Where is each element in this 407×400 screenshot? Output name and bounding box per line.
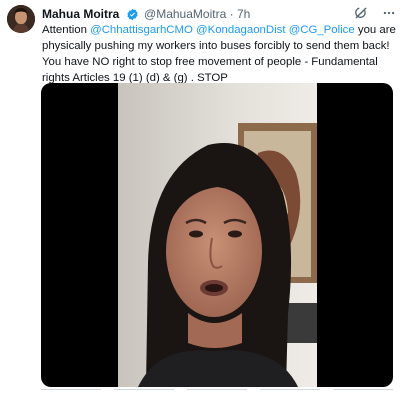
video-frame [118, 83, 317, 387]
avatar[interactable] [7, 5, 35, 33]
header-actions [353, 5, 397, 21]
repost-action[interactable] [114, 389, 174, 393]
video-thumbnail [118, 83, 317, 387]
like-action[interactable] [187, 389, 247, 393]
views-action[interactable] [260, 389, 320, 393]
mention-link[interactable]: @KondagaonDist [196, 24, 285, 36]
verified-badge-icon [127, 8, 138, 21]
share-action[interactable] [333, 389, 393, 393]
tweet-text-intro: Attention [42, 24, 91, 36]
more-icon [383, 11, 395, 15]
reply-action[interactable] [41, 389, 101, 393]
grok-button[interactable] [353, 5, 369, 21]
tweet-header: Mahua Moitra @MahuaMoitra · 7h [42, 6, 399, 22]
tweet-text: Attention @ChhattisgarhCMO @KondagaonDis… [42, 22, 398, 86]
video-player[interactable] [41, 83, 393, 387]
meta-separator: · [229, 7, 234, 21]
more-button[interactable] [381, 5, 397, 21]
author-name[interactable]: Mahua Moitra [42, 7, 119, 21]
tweet-timestamp[interactable]: 7h [237, 7, 250, 21]
tweet-card: Mahua Moitra @MahuaMoitra · 7h Attention… [0, 0, 407, 400]
tweet-actions-bar [41, 389, 393, 400]
avatar-image [7, 5, 35, 33]
grok-icon [355, 7, 367, 19]
mention-link[interactable]: @ChhattisgarhCMO [90, 24, 193, 36]
author-handle[interactable]: @MahuaMoitra [144, 7, 226, 21]
mention-link[interactable]: @CG_Police [289, 24, 355, 36]
